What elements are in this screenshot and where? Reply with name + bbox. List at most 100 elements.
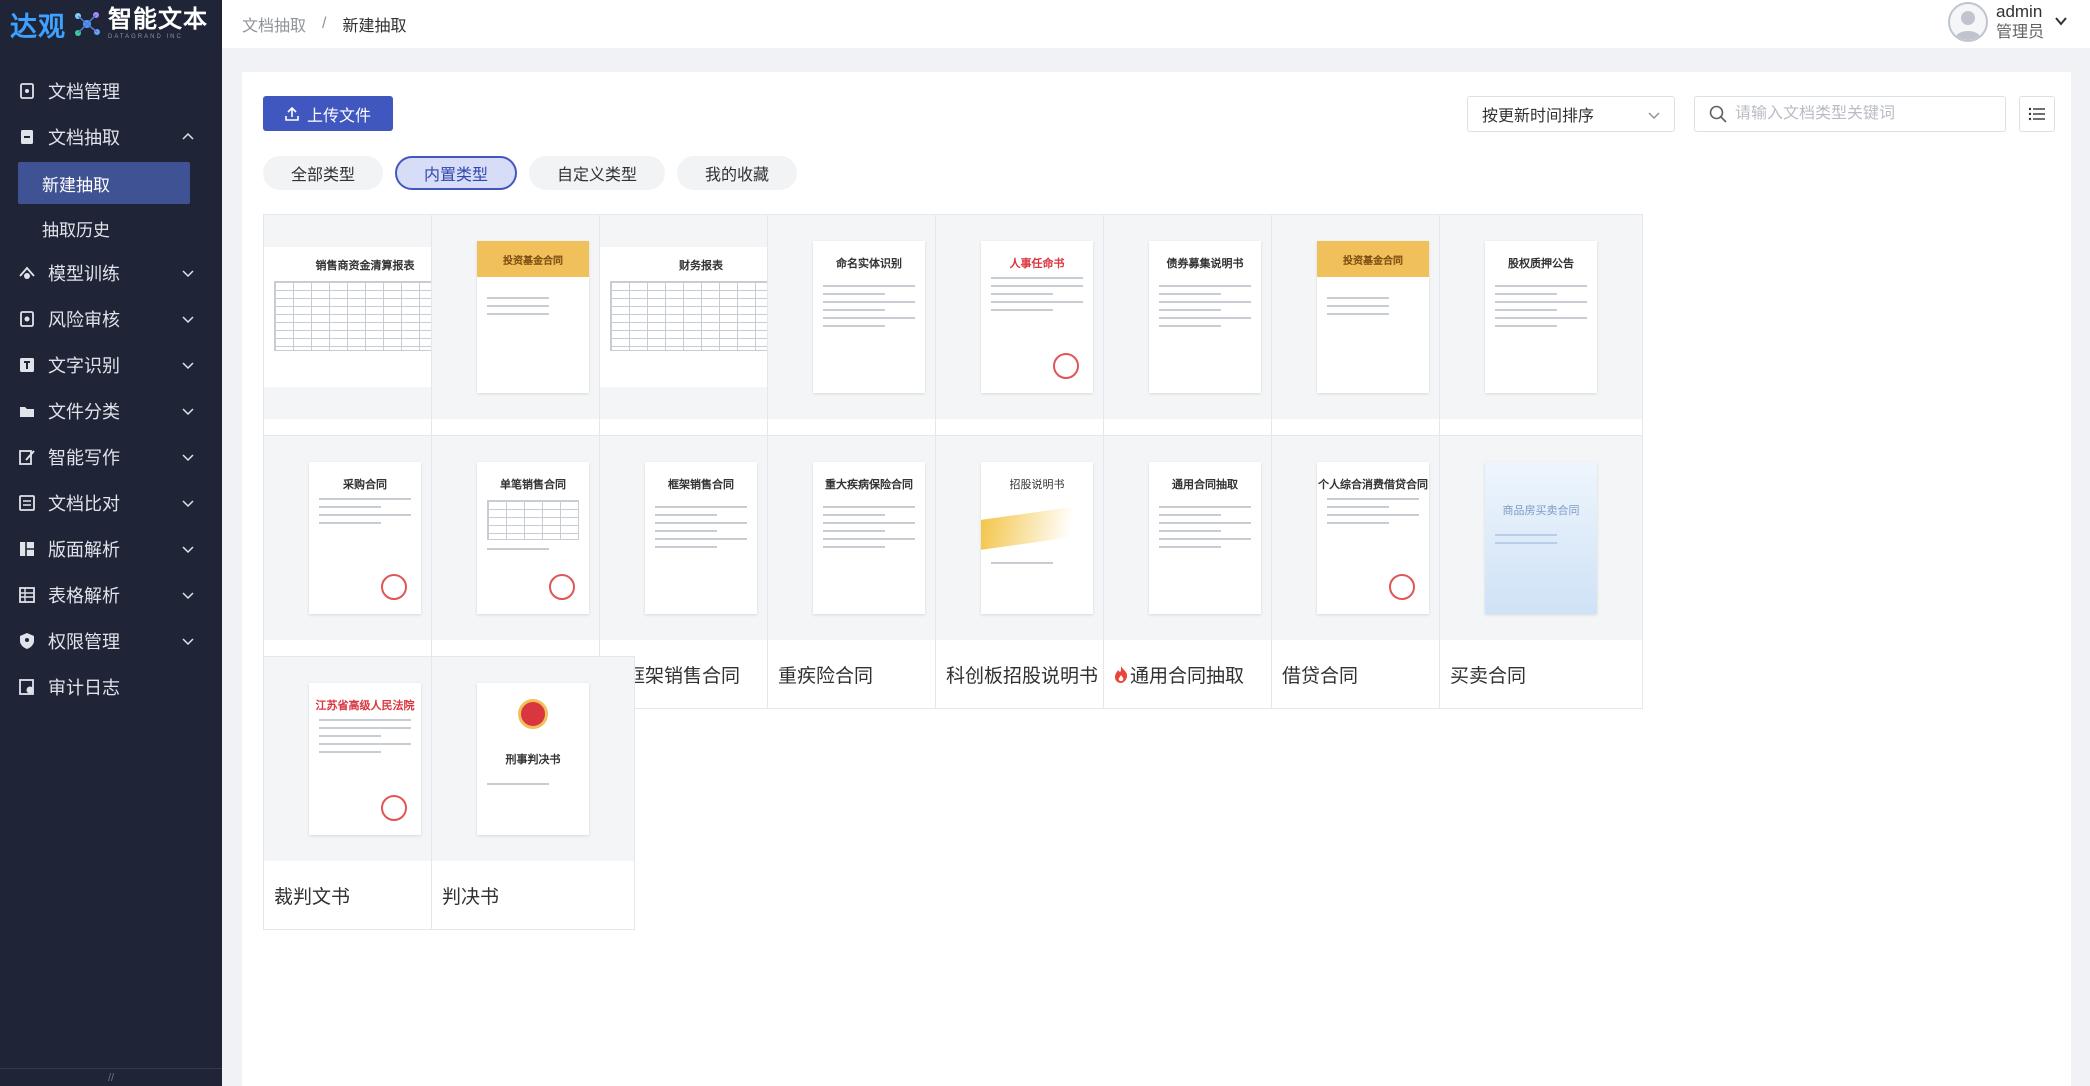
doc-preview: 江苏省高级人民法院 — [309, 683, 421, 835]
sidebar-item-0[interactable]: 文档管理 — [0, 68, 222, 114]
sidebar-item-6[interactable]: 智能写作 — [0, 434, 222, 480]
chevron-down-icon — [182, 454, 194, 462]
doc-preview: 投资基金合同 — [477, 241, 589, 393]
chevron-down-icon — [182, 500, 194, 508]
sort-select[interactable]: 按更新时间排序 — [1467, 96, 1675, 132]
chevron-down-icon — [182, 270, 194, 278]
sidebar-item-7[interactable]: 文档比对 — [0, 480, 222, 526]
doc-thumbnail: 股权质押公告 — [1440, 215, 1642, 419]
doc-preview: 股权质押公告 — [1485, 241, 1597, 393]
submenu-item-label: 新建抽取 — [42, 175, 110, 195]
tab-1[interactable]: 内置类型 — [395, 156, 518, 190]
folder-icon — [18, 402, 36, 420]
sidebar-item-label: 权限管理 — [48, 632, 120, 652]
sidebar-item-5[interactable]: 文件分类 — [0, 388, 222, 434]
doc-preview: 人事任命书 — [981, 241, 1093, 393]
user-role: 管理员 — [1995, 23, 2044, 41]
sidebar-item-label: 智能写作 — [48, 448, 120, 468]
text-icon — [18, 356, 36, 374]
sidebar-item-4[interactable]: 文字识别 — [0, 342, 222, 388]
upload-icon — [285, 106, 299, 121]
doc-preview: 债券募集说明书 — [1149, 241, 1261, 393]
sidebar-collapse-handle[interactable]: // — [0, 1068, 222, 1086]
sidebar-item-label: 文档比对 — [48, 494, 120, 514]
chevron-down-icon — [182, 638, 194, 646]
list-view-button[interactable] — [2019, 96, 2055, 132]
user-menu[interactable]: admin 管理员 — [1947, 2, 2067, 42]
doc-preview-title: 江苏省高级人民法院 — [315, 699, 415, 712]
doc-preview: 重大疾病保险合同 — [813, 462, 925, 614]
sort-select-value: 按更新时间排序 — [1482, 108, 1595, 125]
doc-thumbnail: 刑事判决书 — [432, 657, 634, 861]
doc-type-label: 重疾险合同 — [778, 665, 874, 687]
doc-preview: 刑事判决书 — [477, 683, 589, 835]
doc-type-card[interactable]: 刑事判决书判决书 — [431, 656, 635, 930]
log-icon — [18, 678, 36, 696]
sidebar-item-8[interactable]: 版面解析 — [0, 526, 222, 572]
sidebar-item-label: 文档抽取 — [48, 128, 120, 148]
chevron-down-icon — [1648, 112, 1660, 120]
main-panel: 上传文件 按更新时间排序 全部类型内置类型自定义类型我的收藏 销售商资金清算报表… — [242, 72, 2071, 1086]
sidebar-footer-text: // — [107, 1071, 115, 1084]
doc-preview: 框架销售合同 — [645, 462, 757, 614]
tab-0[interactable]: 全部类型 — [263, 156, 384, 190]
sidebar-item-2[interactable]: 模型训练 — [0, 250, 222, 296]
chevron-down-icon — [182, 362, 194, 370]
doc-preview-title: 重大疾病保险合同 — [825, 478, 913, 491]
doc-preview-title: 投资基金合同 — [477, 241, 589, 277]
sidebar-item-10[interactable]: 权限管理 — [0, 618, 222, 664]
doc-type-label: 通用合同抽取 — [1130, 665, 1245, 687]
doc-preview: 通用合同抽取 — [1149, 462, 1261, 614]
sidebar-item-1[interactable]: 文档抽取 — [0, 114, 222, 160]
doc-preview: 单笔销售合同 — [477, 462, 589, 614]
doc-preview: 商品房买卖合同 — [1485, 462, 1597, 614]
submenu-item-1[interactable]: 抽取历史 — [0, 206, 222, 250]
chevron-up-icon — [182, 132, 194, 140]
doc-preview-title: 单笔销售合同 — [500, 478, 566, 491]
upload-file-label: 上传文件 — [306, 107, 371, 125]
doc-preview: 命名实体识别 — [813, 241, 925, 393]
type-tabs: 全部类型 内置类型 自定义类型 我的收藏 — [263, 156, 798, 190]
doc-preview-title: 采购合同 — [343, 478, 387, 491]
list-icon — [2028, 107, 2045, 121]
doc-type-label: 买卖合同 — [1450, 665, 1527, 687]
doc-type-label-row: 买卖合同 — [1440, 640, 1642, 708]
doc-type-label-row: 判决书 — [432, 861, 634, 929]
sidebar-item-label: 表格解析 — [48, 586, 120, 606]
logo-brand-en: DATAGRAND INC — [108, 34, 183, 40]
caret-down-icon[interactable] — [2054, 14, 2068, 28]
tab-3[interactable]: 我的收藏 — [677, 156, 798, 190]
doc-type-label: 科创板招股说明书 — [946, 665, 1099, 687]
logo: 达观 智能文本 DATAGRAND INC — [0, 0, 222, 48]
doc-type-label: 判决书 — [442, 886, 500, 908]
tab-2[interactable]: 自定义类型 — [529, 156, 666, 190]
compare-icon — [18, 494, 36, 512]
logo-brand-b: 智能文本 — [108, 6, 208, 33]
chevron-down-icon — [182, 408, 194, 416]
submenu-item-label: 抽取历史 — [42, 220, 110, 240]
doc-type-card[interactable]: 商品房买卖合同买卖合同 — [1439, 435, 1643, 709]
doc-preview-title: 命名实体识别 — [836, 257, 902, 270]
doc-preview-title: 个人综合消费借贷合同 — [1318, 478, 1428, 491]
search-input[interactable] — [1735, 105, 1995, 123]
doc-preview-title: 刑事判决书 — [505, 753, 561, 766]
header: 文档抽取 / 新建抽取 admin 管理员 — [222, 0, 2090, 48]
breadcrumb-item-parent[interactable]: 文档抽取 — [242, 12, 306, 36]
risk-icon — [18, 310, 36, 328]
sidebar-item-3[interactable]: 风险审核 — [0, 296, 222, 342]
avatar[interactable] — [1947, 2, 1988, 42]
sidebar-menu: 文档管理文档抽取新建抽取抽取历史模型训练 风险审核 文字识别 文件分类智能写作文档比对… — [0, 68, 222, 710]
layout-icon — [18, 540, 36, 558]
sidebar: 达观 智能文本 DATAGRAND INC 文档管理文档抽取新建抽取抽取历史模型… — [0, 0, 222, 1086]
doc-preview-title: 框架销售合同 — [668, 478, 734, 491]
submenu-item-0[interactable]: 新建抽取 — [18, 162, 190, 204]
doc-preview-title: 股权质押公告 — [1508, 257, 1574, 270]
search-icon — [1709, 105, 1727, 123]
sidebar-item-9[interactable]: 表格解析 — [0, 572, 222, 618]
upload-file-button[interactable]: 上传文件 — [263, 96, 393, 131]
doc-preview-title: 通用合同抽取 — [1172, 478, 1238, 491]
user-name: admin — [1995, 2, 2043, 22]
doc-preview-title: 投资基金合同 — [1317, 241, 1429, 277]
sidebar-item-11[interactable]: 审计日志 — [0, 664, 222, 710]
search-box — [1694, 96, 2006, 132]
